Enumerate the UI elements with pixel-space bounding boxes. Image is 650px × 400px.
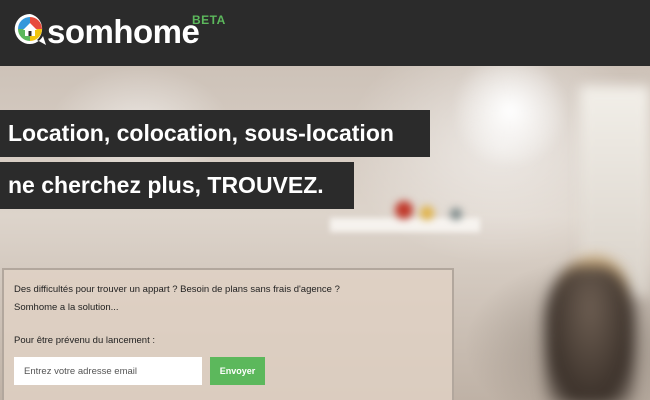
background-shelf bbox=[330, 218, 480, 232]
brand-name[interactable]: somhome bbox=[47, 14, 200, 50]
submit-button[interactable]: Envoyer bbox=[210, 357, 265, 385]
background-lamp bbox=[455, 66, 565, 166]
background-object bbox=[395, 201, 413, 219]
beta-badge: BETA bbox=[192, 13, 226, 27]
launch-prompt: Pour être prévenu du lancement : bbox=[14, 335, 156, 346]
background-person bbox=[545, 266, 635, 400]
headline-line-1: Location, colocation, sous-location bbox=[0, 110, 430, 157]
intro-text: Des difficultés pour trouver un appart ?… bbox=[14, 284, 340, 295]
email-input[interactable] bbox=[14, 357, 202, 385]
background-object bbox=[420, 206, 434, 220]
headline-line-2: ne cherchez plus, TROUVEZ. bbox=[0, 162, 354, 209]
intro-solution-text: Somhome a la solution... bbox=[14, 302, 119, 313]
house-chat-bubble-icon[interactable] bbox=[13, 12, 47, 48]
background-object bbox=[450, 208, 462, 220]
top-bar: somhome BETA bbox=[0, 0, 650, 66]
signup-panel: Des difficultés pour trouver un appart ?… bbox=[2, 268, 454, 400]
